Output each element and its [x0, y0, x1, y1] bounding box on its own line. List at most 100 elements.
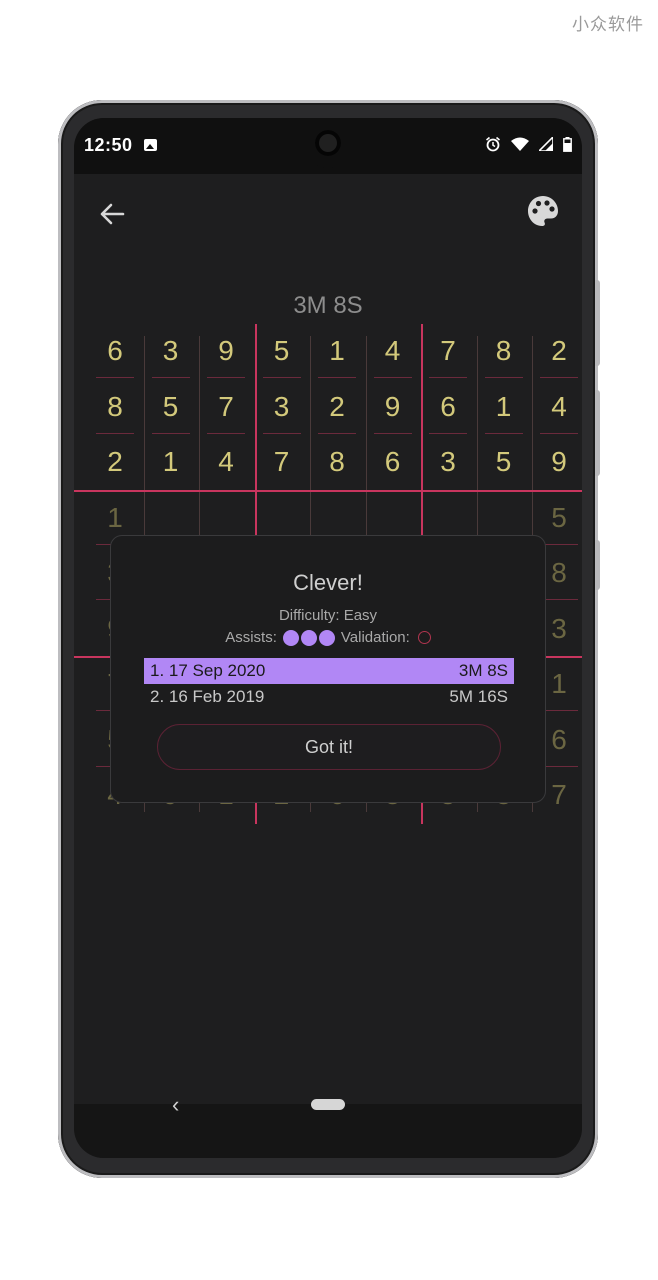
cell-digit: 2 [329, 390, 345, 422]
assist-dot [300, 629, 317, 646]
cell-underline [540, 432, 578, 434]
cell-digit: 9 [551, 446, 567, 477]
battery-icon [563, 136, 572, 152]
sudoku-cell[interactable]: 8 [310, 435, 364, 489]
nav-home-pill[interactable] [311, 1099, 345, 1110]
validation-indicator-icon [417, 631, 431, 644]
power-button [595, 540, 600, 590]
score-row: 1. 17 Sep 2020 3M 8S [144, 658, 514, 684]
cell-underline [373, 377, 412, 378]
cell-underline [484, 432, 523, 434]
assists-row: Assists: Validation: [111, 629, 545, 646]
assist-dot [318, 629, 335, 646]
status-time: 12:50 [84, 135, 133, 155]
screen: 12:50 3M 8S 6 3 9 5 1 4 7 8 2 8 5 7 3 2 … [74, 118, 582, 1158]
cell-underline [429, 377, 467, 378]
status-icons [485, 136, 572, 152]
watermark: 小众软件 [572, 15, 644, 35]
assist-dot [282, 629, 299, 646]
sudoku-cell[interactable]: 1 [310, 324, 364, 378]
sudoku-cell[interactable]: 1 [477, 380, 531, 434]
cell-digit: 1 [495, 390, 512, 422]
volume-button [595, 390, 600, 476]
cell-digit: 9 [384, 390, 401, 422]
sudoku-cell[interactable]: 9 [199, 324, 253, 378]
cell-digit: 5 [162, 390, 179, 422]
cell-underline [262, 377, 301, 378]
gallery-icon [144, 139, 157, 151]
sudoku-cell[interactable]: 4 [532, 380, 582, 434]
cell-digit: 5 [495, 446, 512, 477]
sudoku-cell[interactable]: 2 [532, 324, 582, 378]
cell-signal-icon [539, 137, 553, 151]
cell-digit: 8 [107, 390, 123, 422]
sudoku-cell[interactable]: 9 [366, 380, 420, 434]
cell-digit: 1 [551, 668, 567, 699]
sudoku-cell[interactable]: 1 [144, 435, 198, 489]
sudoku-cell[interactable]: 7 [199, 380, 253, 434]
alarm-icon [485, 136, 501, 152]
sudoku-cell[interactable]: 9 [532, 435, 582, 489]
completion-dialog: Clever! Difficulty: Easy Assists: Valida… [110, 535, 546, 803]
cell-digit: 1 [329, 335, 345, 366]
cell-underline [151, 432, 190, 434]
cell-digit: 2 [107, 446, 123, 477]
cell-underline [96, 377, 134, 378]
sudoku-cell[interactable]: 7 [421, 324, 475, 378]
cell-digit: 2 [551, 335, 567, 366]
cell-underline [96, 432, 134, 434]
sudoku-cell[interactable]: 4 [199, 435, 253, 489]
sudoku-cell[interactable]: 2 [88, 435, 142, 489]
cell-digit: 1 [162, 446, 179, 477]
difficulty-text: Difficulty: Easy [278, 607, 378, 624]
sudoku-cell[interactable]: 8 [477, 324, 531, 378]
validation-label: Validation: [340, 629, 410, 646]
cell-digit: 6 [440, 390, 456, 422]
wifi-icon [511, 137, 529, 151]
cell-underline [318, 432, 356, 434]
sudoku-cell[interactable]: 3 [144, 324, 198, 378]
navigation-bar: ‹ [74, 1092, 582, 1158]
sudoku-cell[interactable]: 5 [477, 435, 531, 489]
cell-underline [373, 432, 412, 434]
score-date: 1. 17 Sep 2020 [150, 661, 266, 680]
score-date: 2. 16 Feb 2019 [150, 687, 265, 706]
volume-button [595, 280, 600, 366]
elapsed-timer: 3M 8S [293, 292, 363, 319]
nav-back-icon[interactable]: ‹ [172, 1092, 179, 1118]
cell-underline [484, 377, 523, 378]
cell-underline [429, 432, 467, 434]
sudoku-cell[interactable]: 7 [255, 435, 309, 489]
cell-digit: 7 [551, 779, 567, 810]
cell-digit: 1 [107, 501, 123, 533]
cell-underline [318, 377, 356, 378]
cell-underline [151, 377, 190, 378]
cell-digit: 3 [162, 335, 179, 366]
cell-underline [540, 377, 578, 378]
sudoku-cell[interactable]: 3 [255, 380, 309, 434]
sudoku-cell[interactable]: 6 [366, 435, 420, 489]
assists-label: Assists: [225, 629, 277, 646]
sudoku-cell[interactable]: 2 [310, 380, 364, 434]
cell-digit: 3 [440, 446, 456, 477]
sudoku-cell[interactable]: 5 [255, 324, 309, 378]
sudoku-cell[interactable]: 5 [144, 380, 198, 434]
cell-digit: 3 [551, 612, 567, 644]
cell-digit: 4 [218, 446, 234, 477]
cell-digit: 6 [107, 335, 123, 366]
sudoku-cell[interactable]: 8 [88, 380, 142, 434]
palette-icon[interactable] [526, 194, 560, 228]
sudoku-cell[interactable]: 6 [421, 380, 475, 434]
got-it-button[interactable]: Got it! [157, 724, 501, 770]
cell-digit: 7 [273, 446, 290, 477]
cell-digit: 7 [218, 390, 234, 422]
cell-underline [207, 377, 245, 378]
cell-digit: 8 [551, 557, 567, 588]
sudoku-cell[interactable]: 4 [366, 324, 420, 378]
arrow-left-icon[interactable] [96, 198, 128, 230]
sudoku-cell[interactable]: 3 [421, 435, 475, 489]
cell-digit: 8 [495, 335, 512, 366]
sudoku-cell[interactable]: 6 [88, 324, 142, 378]
cell-underline [207, 432, 245, 434]
score-time: 5M 16S [449, 687, 508, 706]
